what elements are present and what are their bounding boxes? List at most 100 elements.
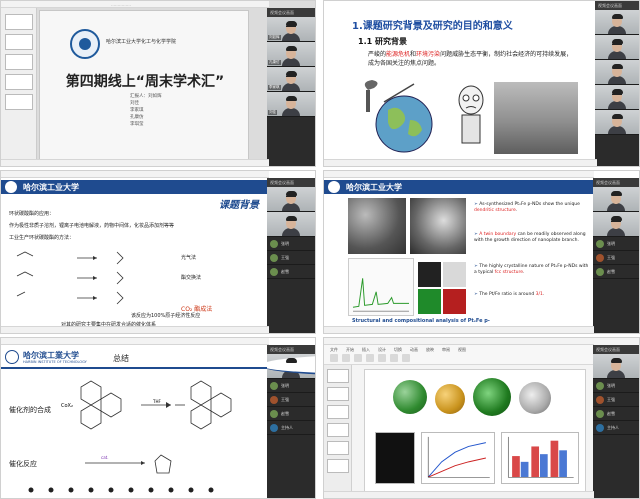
toolbar-button[interactable] (378, 354, 386, 362)
text-line: 工业生产环状碳酸酯的方法： (9, 235, 75, 241)
audio-participant[interactable]: 张明 (593, 237, 639, 251)
ribbon-tab[interactable]: 审阅 (442, 347, 450, 353)
slide-thumbnail-pane[interactable] (1, 8, 37, 159)
presentation-slide: 哈尔滨工業大学 HARBIN INSTITUTE OF TECHNOLOGY 总… (1, 347, 269, 497)
toolbar-button[interactable] (354, 354, 362, 362)
participant-video-tile[interactable] (595, 110, 639, 135)
window-titlebar (1, 338, 269, 345)
audio-participant[interactable]: 赵雪 (267, 265, 315, 279)
ribbon-tab[interactable]: 文件 (330, 347, 338, 353)
ribbon-tab[interactable]: 插入 (362, 347, 370, 353)
screen-share-panel-1: …………… 哈尔滨工业大学化工与化学学院 第四期线上“周末学术汇” 汇报人：刘如… (0, 0, 316, 167)
presenter-name: 李琪莹 (130, 122, 144, 127)
audio-participant[interactable]: 张明 (267, 379, 315, 393)
audio-participant[interactable]: 王强 (593, 251, 639, 265)
window-titlebar (324, 338, 594, 345)
status-bar (324, 326, 594, 333)
slide-thumbnail[interactable] (327, 369, 349, 383)
presentation-slide: 哈尔滨工业大学化工与化学学院 第四期线上“周末学术汇” 汇报人：刘如辉 刘佳 李… (39, 10, 249, 160)
reagent-label: CoX₂ (61, 403, 73, 409)
ribbon-tab[interactable]: 放映 (426, 347, 434, 353)
section-label: 催化反应 (9, 460, 37, 468)
window-titlebar: …………… (1, 1, 269, 8)
slide-topic: 总结 (113, 354, 129, 363)
participant-video-tile[interactable] (593, 354, 639, 379)
status-bar (324, 491, 594, 498)
participant-video-tile[interactable] (267, 212, 315, 237)
presenter-name: 刘佳 (130, 101, 139, 106)
participant-video-strip: 视频会议画面 刘如辉 孔康仿 李家琪 刘佳 (267, 8, 315, 166)
strip-title: 视频会议画面 (595, 1, 639, 10)
nanoparticle-diagram (435, 384, 465, 414)
slide-thumbnail[interactable] (5, 74, 33, 90)
slide-thumbnail[interactable] (327, 441, 349, 455)
audio-participant[interactable]: 王强 (267, 393, 315, 407)
participant-video-tile[interactable]: 刘如辉 (267, 17, 315, 42)
slide-thumbnail[interactable] (5, 94, 33, 110)
audio-participant[interactable]: 主持人 (593, 421, 639, 435)
presenter-name: 李家琪 (130, 108, 144, 113)
reaction-scheme (16, 251, 124, 305)
audio-participant[interactable]: 张明 (593, 379, 639, 393)
participant-video-tile[interactable] (595, 35, 639, 60)
ribbon-tab[interactable]: 开始 (346, 347, 354, 353)
slide-thumbnail[interactable] (327, 387, 349, 401)
audio-participant[interactable]: 赵雪 (593, 407, 639, 421)
participant-video-tile[interactable]: 孔康仿 (267, 42, 315, 67)
audio-participant[interactable]: 赵雪 (267, 407, 315, 421)
ribbon-tab[interactable]: 视图 (458, 347, 466, 353)
nanoparticle-diagram (519, 382, 551, 414)
screen-share-panel-2: 1.课题研究背景及研究的目的和意义 1.1 研究背景 严峻的能源危机和环境污染问… (323, 0, 640, 167)
slide-thumbnail[interactable] (327, 459, 349, 473)
status-bar (324, 159, 597, 166)
slide-thumbnail[interactable] (5, 54, 33, 70)
university-logo (70, 29, 100, 59)
audio-participant[interactable]: 主持人 (267, 421, 315, 435)
strip-title: 视频会议画面 (593, 178, 639, 187)
status-bar (1, 326, 269, 333)
audio-participant[interactable]: 赵雪 (593, 265, 639, 279)
participant-video-tile[interactable] (593, 212, 639, 237)
ribbon-tab[interactable]: 切换 (394, 347, 402, 353)
eds-mapping (418, 262, 466, 314)
participant-video-strip: 视频会议画面 张明 王强 赵雪 (593, 178, 639, 333)
audio-participant[interactable]: 王强 (593, 393, 639, 407)
slide-thumbnail-pane[interactable] (324, 365, 352, 491)
toolbar-button[interactable] (366, 354, 374, 362)
figure-caption: Structural and compositional analysis of… (352, 318, 490, 324)
ribbon-tab[interactable]: 动画 (410, 347, 418, 353)
slide-banner: 哈尔滨工業大学 HARBIN INSTITUTE OF TECHNOLOGY 总… (1, 347, 269, 369)
participant-video-tile[interactable] (595, 10, 639, 35)
participant-video-tile[interactable] (267, 187, 315, 212)
participant-video-tile[interactable] (595, 85, 639, 110)
slide-banner: 哈尔滨工业大学 (1, 180, 269, 194)
audio-participant[interactable]: 张明 (267, 237, 315, 251)
text-line: 该反应为100%原子经济性反应 (131, 313, 201, 319)
toolbar-button[interactable] (390, 354, 398, 362)
performance-plot (421, 432, 495, 484)
participant-video-tile[interactable] (267, 354, 315, 379)
slide-thumbnail[interactable] (327, 423, 349, 437)
toolbar-button[interactable] (342, 354, 350, 362)
bullet-point: ➢ As-synthesized PtₓFe p-NDs show the un… (474, 202, 580, 213)
condition-label: THF (153, 399, 161, 404)
bar-plot (501, 432, 579, 484)
text-line: 作为极性非质子溶剂，锂离子电池电解液，药物中间体，化妆品添加剂等等 (9, 223, 175, 229)
slide-thumbnail[interactable] (327, 405, 349, 419)
toolbar-button[interactable] (402, 354, 410, 362)
university-name: 哈尔滨工业大学化工与化学学院 (106, 39, 177, 45)
toolbar-button[interactable] (330, 354, 338, 362)
participant-video-tile[interactable] (595, 60, 639, 85)
ribbon-tab[interactable]: 设计 (378, 347, 386, 353)
audio-participant[interactable]: 王强 (267, 251, 315, 265)
screen-share-panel-6: 文件 开始 插入 设计 切换 动画 放映 审阅 视图 视频会议画面 张明 王强 … (323, 337, 640, 499)
slide-thumbnail[interactable] (5, 14, 33, 30)
participant-video-strip: 视频会议画面 (595, 1, 639, 166)
participant-video-tile[interactable]: 刘佳 (267, 92, 315, 117)
participant-video-tile[interactable] (593, 187, 639, 212)
participant-video-tile[interactable]: 李家琪 (267, 67, 315, 92)
banner-title: 哈尔滨工业大学 (23, 183, 79, 192)
window-titlebar (324, 171, 594, 178)
slide-thumbnail[interactable] (5, 34, 33, 50)
section-title: 1.课题研究背景及研究的目的和意义 (352, 21, 513, 32)
